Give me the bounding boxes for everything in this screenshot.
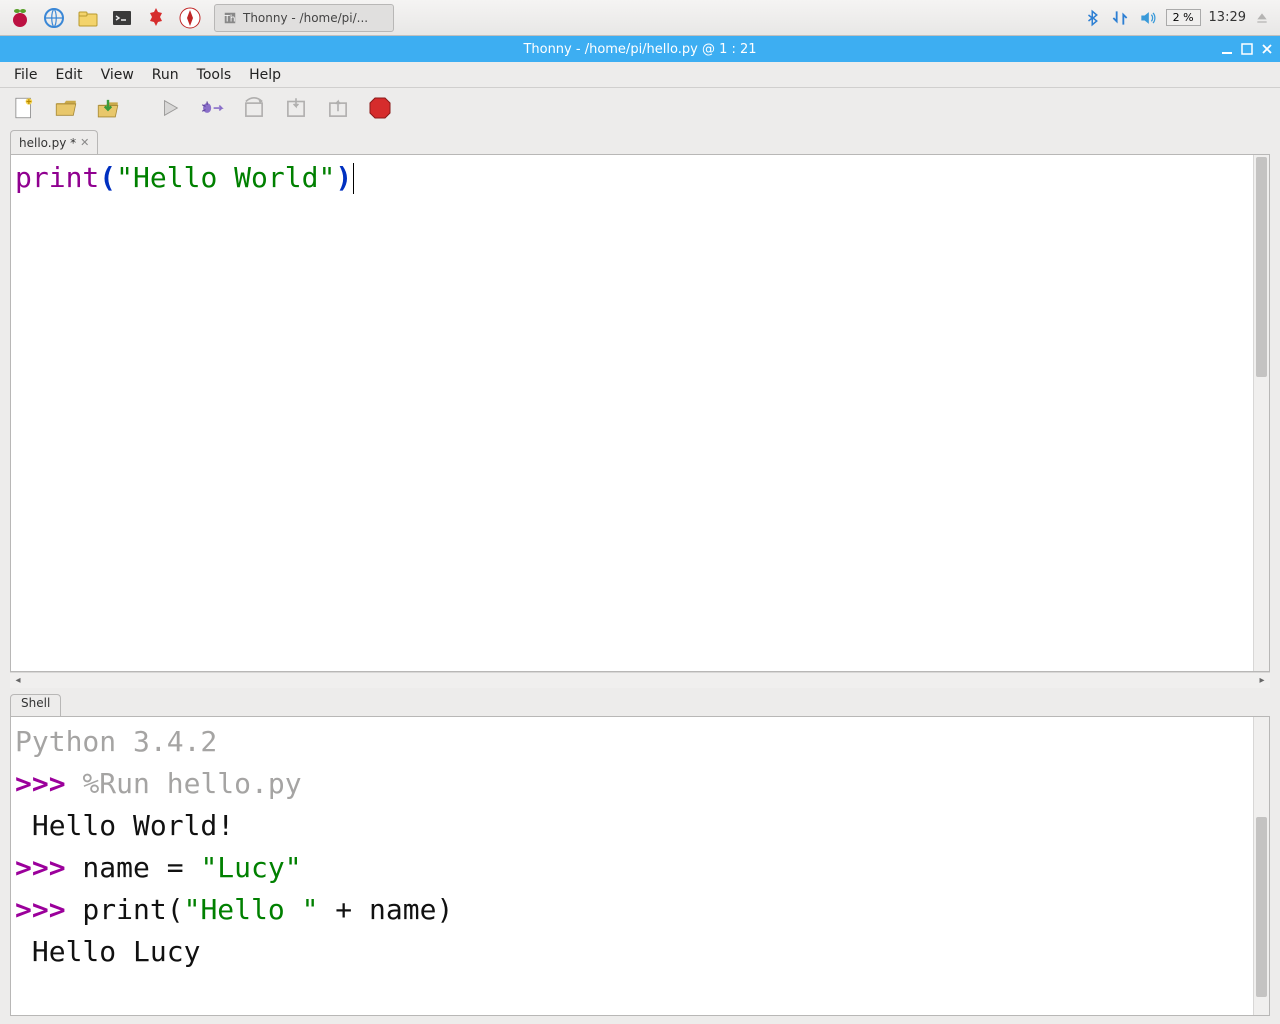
shell-console[interactable]: Python 3.4.2 >>> %Run hello.py Hello Wor… bbox=[11, 717, 1253, 1015]
mines-icon[interactable] bbox=[140, 2, 172, 34]
cpu-usage-badge[interactable]: 2 % bbox=[1166, 9, 1201, 26]
thonny-app-icon: Th bbox=[223, 11, 237, 25]
shell-prompt: >>> bbox=[15, 851, 66, 884]
scroll-right-arrow-icon[interactable]: ▸ bbox=[1254, 673, 1270, 689]
save-file-button[interactable] bbox=[92, 92, 124, 124]
shell-input-post: + name) bbox=[318, 893, 453, 926]
editor-frame: print("Hello World") bbox=[10, 154, 1270, 672]
wolfram-icon[interactable] bbox=[174, 2, 206, 34]
editor-vertical-scrollbar[interactable] bbox=[1253, 155, 1269, 671]
svg-text:Th: Th bbox=[224, 14, 236, 24]
shell-input-pre: print( bbox=[66, 893, 184, 926]
text-cursor bbox=[353, 163, 354, 194]
minimize-button[interactable] bbox=[1220, 42, 1234, 56]
raspberry-menu-icon[interactable] bbox=[4, 2, 36, 34]
network-icon[interactable] bbox=[1110, 8, 1130, 28]
new-file-button[interactable] bbox=[8, 92, 40, 124]
code-token-lparen: ( bbox=[99, 161, 116, 194]
web-browser-icon[interactable] bbox=[38, 2, 70, 34]
debug-button[interactable] bbox=[196, 92, 228, 124]
step-out-button[interactable] bbox=[322, 92, 354, 124]
system-taskbar: Th Thonny - /home/pi/... 2 % 13:29 bbox=[0, 0, 1280, 36]
shell-vertical-scrollbar[interactable] bbox=[1253, 717, 1269, 1015]
window-titlebar[interactable]: Thonny - /home/pi/hello.py @ 1 : 21 bbox=[0, 36, 1280, 62]
code-token-fn: print bbox=[15, 161, 99, 194]
terminal-icon[interactable] bbox=[106, 2, 138, 34]
maximize-button[interactable] bbox=[1240, 42, 1254, 56]
code-editor[interactable]: print("Hello World") bbox=[11, 155, 1253, 671]
editor-area: hello.py * ✕ print("Hello World") ◂ ▸ bbox=[0, 128, 1280, 694]
shell-prompt: >>> bbox=[15, 767, 66, 800]
open-file-button[interactable] bbox=[50, 92, 82, 124]
shell-tab[interactable]: Shell bbox=[10, 694, 61, 716]
shell-input-str: "Hello " bbox=[184, 893, 319, 926]
shell-area: Shell Python 3.4.2 >>> %Run hello.py Hel… bbox=[0, 694, 1280, 1024]
shell-output-1: Hello World! bbox=[15, 809, 234, 842]
shell-python-version: Python 3.4.2 bbox=[15, 725, 217, 758]
shell-output-2: Hello Lucy bbox=[15, 935, 200, 968]
file-manager-icon[interactable] bbox=[72, 2, 104, 34]
eject-icon[interactable] bbox=[1254, 10, 1270, 26]
menu-edit[interactable]: Edit bbox=[47, 65, 90, 85]
clock[interactable]: 13:29 bbox=[1209, 10, 1246, 25]
scrollbar-thumb[interactable] bbox=[1256, 157, 1267, 377]
scroll-left-arrow-icon[interactable]: ◂ bbox=[10, 673, 26, 689]
menu-bar: File Edit View Run Tools Help bbox=[0, 62, 1280, 88]
stop-button[interactable] bbox=[364, 92, 396, 124]
editor-horizontal-scrollbar[interactable]: ◂ ▸ bbox=[10, 672, 1270, 688]
shell-run-cmd: %Run hello.py bbox=[82, 767, 301, 800]
code-token-string: "Hello World" bbox=[116, 161, 335, 194]
editor-tab-label: hello.py * bbox=[19, 136, 76, 150]
taskbar-app-label: Thonny - /home/pi/... bbox=[243, 11, 368, 25]
toolbar bbox=[0, 88, 1280, 128]
menu-run[interactable]: Run bbox=[144, 65, 187, 85]
step-over-button[interactable] bbox=[238, 92, 270, 124]
shell-prompt: >>> bbox=[15, 893, 66, 926]
editor-tab-hello[interactable]: hello.py * ✕ bbox=[10, 130, 98, 154]
volume-icon[interactable] bbox=[1138, 8, 1158, 28]
taskbar-app-button[interactable]: Th Thonny - /home/pi/... bbox=[214, 4, 394, 32]
editor-tab-close-icon[interactable]: ✕ bbox=[80, 136, 89, 149]
close-button[interactable] bbox=[1260, 42, 1274, 56]
code-token-rparen: ) bbox=[335, 161, 352, 194]
scrollbar-thumb[interactable] bbox=[1256, 817, 1267, 997]
menu-tools[interactable]: Tools bbox=[189, 65, 240, 85]
step-into-button[interactable] bbox=[280, 92, 312, 124]
menu-help[interactable]: Help bbox=[241, 65, 289, 85]
menu-view[interactable]: View bbox=[93, 65, 142, 85]
shell-input-str: "Lucy" bbox=[200, 851, 301, 884]
bluetooth-icon[interactable] bbox=[1084, 9, 1102, 27]
window-title: Thonny - /home/pi/hello.py @ 1 : 21 bbox=[523, 42, 756, 57]
menu-file[interactable]: File bbox=[6, 65, 45, 85]
shell-input-pre: name = bbox=[66, 851, 201, 884]
run-button[interactable] bbox=[154, 92, 186, 124]
shell-tab-label: Shell bbox=[21, 696, 50, 710]
